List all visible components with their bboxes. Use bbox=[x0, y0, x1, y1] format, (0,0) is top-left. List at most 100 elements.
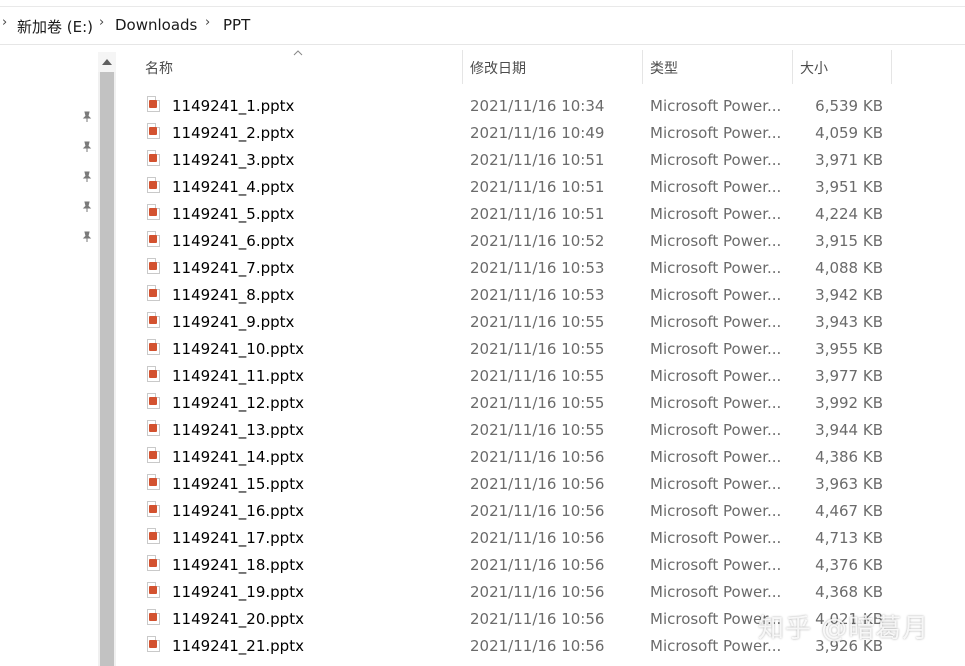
column-header-size[interactable]: 大小 bbox=[800, 58, 828, 78]
file-name: 1149241_6.pptx bbox=[172, 232, 295, 250]
column-divider[interactable] bbox=[891, 50, 892, 84]
file-row[interactable]: 1149241_2.pptx 2021/11/16 10:49 Microsoft … bbox=[0, 119, 965, 146]
file-row[interactable]: 1149241_6.pptx 2021/11/16 10:52 Microsoft … bbox=[0, 227, 965, 254]
file-row[interactable]: 1149241_11.pptx 2021/11/16 10:55 Microsoft… bbox=[0, 362, 965, 389]
file-type: Microsoft Power... bbox=[650, 178, 782, 196]
file-name: 1149241_16.pptx bbox=[172, 502, 304, 520]
address-bar-top-border bbox=[0, 0, 965, 7]
pptx-file-icon bbox=[147, 447, 160, 463]
file-size: 3,951 KB bbox=[815, 178, 883, 196]
file-row[interactable]: 1149241_1.pptx 2021/11/16 10:34 Microsoft … bbox=[0, 92, 965, 119]
file-modified-date: 2021/11/16 10:52 bbox=[470, 232, 605, 250]
file-size: 4,059 KB bbox=[815, 124, 883, 142]
pptx-file-icon bbox=[147, 609, 160, 625]
file-size: 4,386 KB bbox=[815, 448, 883, 466]
file-type: Microsoft Power... bbox=[650, 205, 782, 223]
file-name: 1149241_17.pptx bbox=[172, 529, 304, 547]
file-size: 3,992 KB bbox=[815, 394, 883, 412]
file-row[interactable]: 1149241_19.pptx 2021/11/16 10:56 Microsoft… bbox=[0, 578, 965, 605]
breadcrumb-item-drive[interactable]: 新加卷 (E:) bbox=[17, 16, 93, 37]
column-divider[interactable] bbox=[642, 50, 643, 84]
file-name: 1149241_1.pptx bbox=[172, 97, 295, 115]
pptx-file-icon bbox=[147, 501, 160, 517]
pptx-file-icon bbox=[147, 339, 160, 355]
file-size: 3,942 KB bbox=[815, 286, 883, 304]
file-type: Microsoft Power... bbox=[650, 475, 782, 493]
pptx-file-icon bbox=[147, 420, 160, 436]
file-size: 3,955 KB bbox=[815, 340, 883, 358]
file-row[interactable]: 1149241_10.pptx 2021/11/16 10:55 Microsoft… bbox=[0, 335, 965, 362]
file-row[interactable]: 1149241_12.pptx 2021/11/16 10:55 Microsoft… bbox=[0, 389, 965, 416]
file-size: 3,977 KB bbox=[815, 367, 883, 385]
column-divider[interactable] bbox=[792, 50, 793, 84]
breadcrumb-chevron-icon[interactable]: › bbox=[2, 15, 7, 30]
pptx-file-icon bbox=[147, 150, 160, 166]
file-row[interactable]: 1149241_9.pptx 2021/11/16 10:55 Microsoft … bbox=[0, 308, 965, 335]
file-size: 3,944 KB bbox=[815, 421, 883, 439]
sort-ascending-icon bbox=[293, 48, 303, 59]
file-row[interactable]: 1149241_14.pptx 2021/11/16 10:56 Microsoft… bbox=[0, 443, 965, 470]
file-name: 1149241_20.pptx bbox=[172, 610, 304, 628]
pptx-file-icon bbox=[147, 312, 160, 328]
watermark: 知乎 @暗葛月 bbox=[758, 614, 930, 644]
breadcrumb-item-ppt[interactable]: PPT bbox=[223, 16, 250, 34]
file-name: 1149241_10.pptx bbox=[172, 340, 304, 358]
pptx-file-icon bbox=[147, 258, 160, 274]
file-row[interactable]: 1149241_4.pptx 2021/11/16 10:51 Microsoft … bbox=[0, 173, 965, 200]
file-type: Microsoft Power... bbox=[650, 286, 782, 304]
column-header-name[interactable]: 名称 bbox=[145, 58, 173, 78]
file-row[interactable]: 1149241_3.pptx 2021/11/16 10:51 Microsoft … bbox=[0, 146, 965, 173]
pptx-file-icon bbox=[147, 474, 160, 490]
file-type: Microsoft Power... bbox=[650, 340, 782, 358]
file-list: 1149241_1.pptx 2021/11/16 10:34 Microsoft … bbox=[0, 92, 965, 659]
breadcrumb-chevron-icon[interactable]: › bbox=[205, 15, 210, 30]
file-modified-date: 2021/11/16 10:55 bbox=[470, 421, 605, 439]
pptx-file-icon bbox=[147, 231, 160, 247]
file-row[interactable]: 1149241_16.pptx 2021/11/16 10:56 Microsoft… bbox=[0, 497, 965, 524]
file-modified-date: 2021/11/16 10:51 bbox=[470, 151, 605, 169]
file-row[interactable]: 1149241_18.pptx 2021/11/16 10:56 Microsoft… bbox=[0, 551, 965, 578]
column-header-type[interactable]: 类型 bbox=[650, 58, 678, 78]
file-name: 1149241_13.pptx bbox=[172, 421, 304, 439]
column-divider[interactable] bbox=[462, 50, 463, 84]
file-size: 4,376 KB bbox=[815, 556, 883, 574]
file-modified-date: 2021/11/16 10:56 bbox=[470, 529, 605, 547]
file-name: 1149241_21.pptx bbox=[172, 637, 304, 655]
file-modified-date: 2021/11/16 10:56 bbox=[470, 448, 605, 466]
pptx-file-icon bbox=[147, 177, 160, 193]
file-modified-date: 2021/11/16 10:56 bbox=[470, 502, 605, 520]
address-bar[interactable]: › 新加卷 (E:) › Downloads › PPT bbox=[0, 0, 965, 45]
file-type: Microsoft Power... bbox=[650, 556, 782, 574]
file-name: 1149241_18.pptx bbox=[172, 556, 304, 574]
file-modified-date: 2021/11/16 10:56 bbox=[470, 583, 605, 601]
pptx-file-icon bbox=[147, 96, 160, 112]
arrow-up-icon bbox=[102, 59, 112, 65]
file-type: Microsoft Power... bbox=[650, 394, 782, 412]
pptx-file-icon bbox=[147, 123, 160, 139]
pptx-file-icon bbox=[147, 528, 160, 544]
file-name: 1149241_12.pptx bbox=[172, 394, 304, 412]
file-row[interactable]: 1149241_8.pptx 2021/11/16 10:53 Microsoft … bbox=[0, 281, 965, 308]
file-type: Microsoft Power... bbox=[650, 313, 782, 331]
file-type: Microsoft Power... bbox=[650, 529, 782, 547]
file-type: Microsoft Power... bbox=[650, 367, 782, 385]
file-modified-date: 2021/11/16 10:34 bbox=[470, 97, 605, 115]
breadcrumb-item-downloads[interactable]: Downloads bbox=[115, 16, 197, 34]
file-name: 1149241_19.pptx bbox=[172, 583, 304, 601]
file-size: 3,963 KB bbox=[815, 475, 883, 493]
file-type: Microsoft Power... bbox=[650, 583, 782, 601]
file-name: 1149241_14.pptx bbox=[172, 448, 304, 466]
pptx-file-icon bbox=[147, 285, 160, 301]
file-modified-date: 2021/11/16 10:53 bbox=[470, 259, 605, 277]
file-row[interactable]: 1149241_5.pptx 2021/11/16 10:51 Microsoft … bbox=[0, 200, 965, 227]
file-row[interactable]: 1149241_7.pptx 2021/11/16 10:53 Microsoft … bbox=[0, 254, 965, 281]
file-row[interactable]: 1149241_15.pptx 2021/11/16 10:56 Microsoft… bbox=[0, 470, 965, 497]
pptx-file-icon bbox=[147, 582, 160, 598]
file-modified-date: 2021/11/16 10:51 bbox=[470, 178, 605, 196]
column-header-date[interactable]: 修改日期 bbox=[470, 58, 526, 78]
file-row[interactable]: 1149241_13.pptx 2021/11/16 10:55 Microsoft… bbox=[0, 416, 965, 443]
file-row[interactable]: 1149241_17.pptx 2021/11/16 10:56 Microsoft… bbox=[0, 524, 965, 551]
scroll-up-button[interactable] bbox=[98, 52, 116, 72]
file-size: 3,971 KB bbox=[815, 151, 883, 169]
breadcrumb-chevron-icon[interactable]: › bbox=[99, 15, 104, 30]
